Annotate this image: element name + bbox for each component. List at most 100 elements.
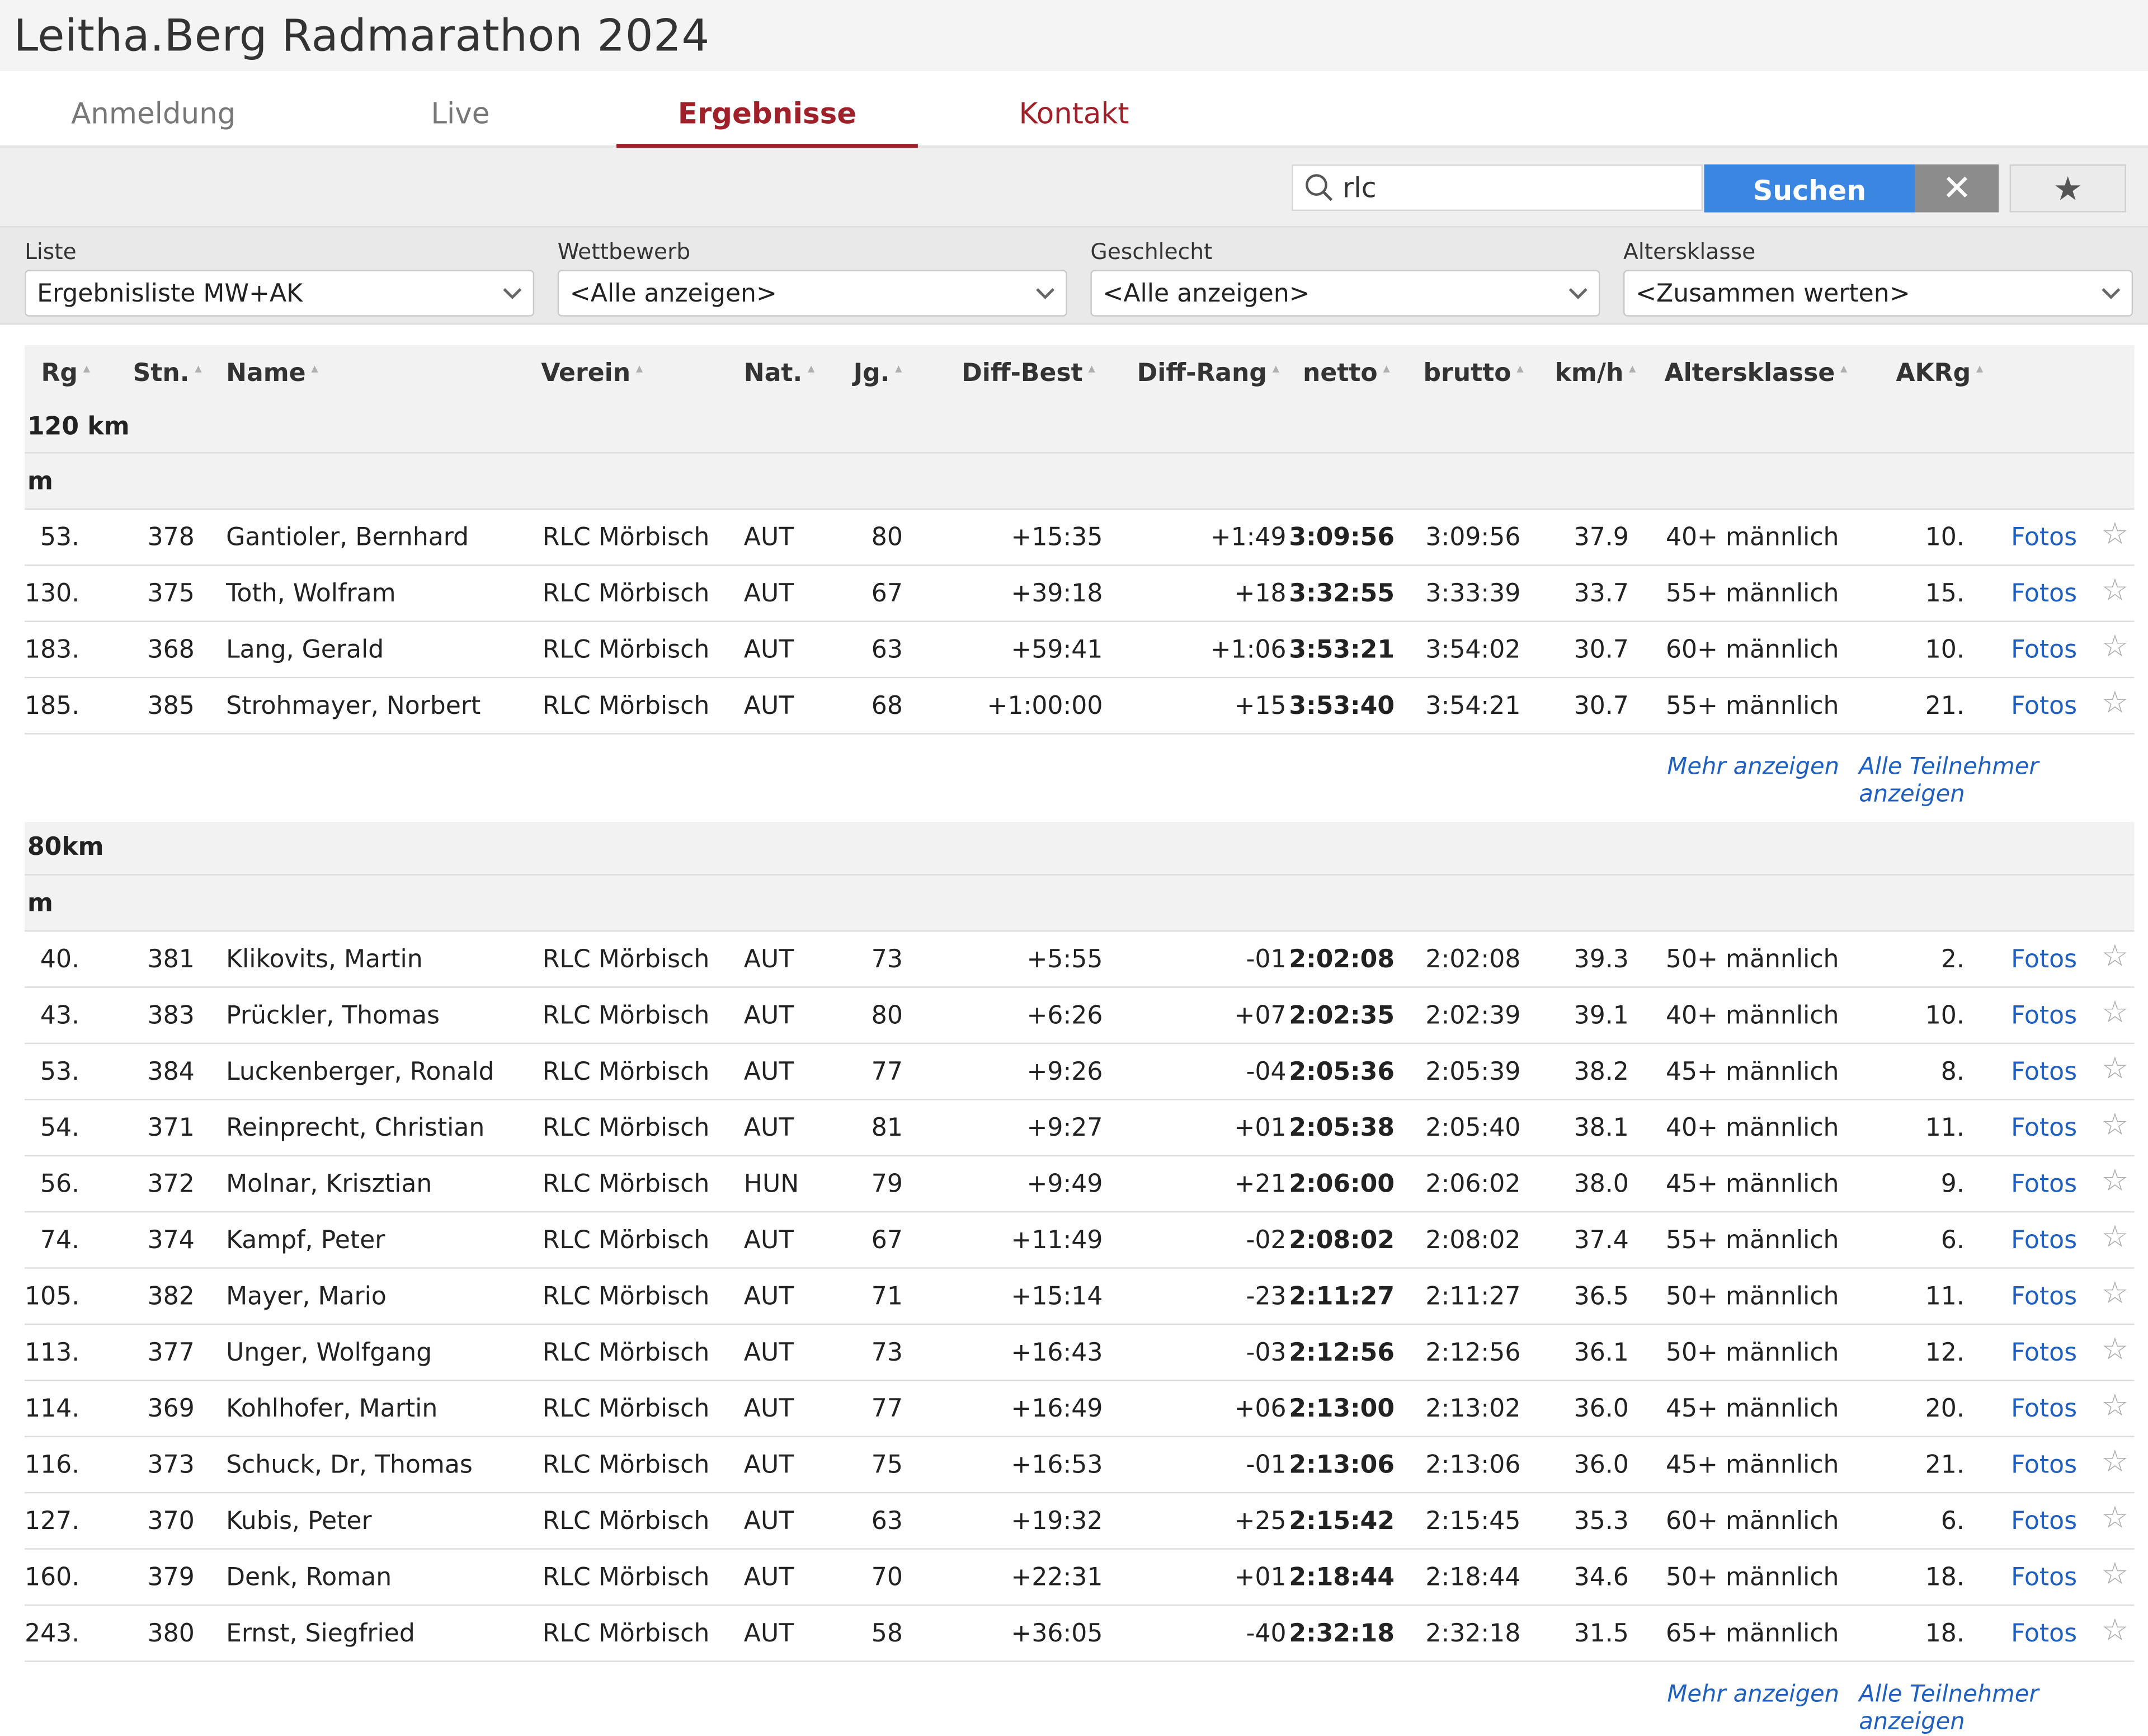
- cell-name[interactable]: Kampf, Peter: [226, 1226, 385, 1255]
- table-row[interactable]: 183. 368 Lang, Gerald RLC Mörbisch AUT 63 +59:…: [25, 622, 2135, 679]
- column-header-club[interactable]: Verein ▴: [541, 359, 643, 388]
- photos-link[interactable]: Fotos: [2011, 945, 2077, 974]
- table-row[interactable]: 113. 377 Unger, Wolfgang RLC Mörbisch AUT 73 +…: [25, 1325, 2135, 1381]
- cell-nat: AUT: [743, 1619, 794, 1649]
- column-header-speed[interactable]: km/h ▴: [1555, 359, 1636, 388]
- star-icon[interactable]: ☆: [2102, 996, 2128, 1030]
- cell-name[interactable]: Klikovits, Martin: [226, 945, 423, 974]
- photos-link[interactable]: Fotos: [2011, 636, 2077, 664]
- tab-ergebnisse[interactable]: Ergebnisse: [614, 71, 921, 148]
- table-row[interactable]: 185. 385 Strohmayer, Norbert RLC Mörbisch AU…: [25, 678, 2135, 735]
- table-row[interactable]: 43. 383 Prückler, Thomas RLC Mörbisch AUT 80 +…: [25, 988, 2135, 1045]
- photos-link[interactable]: Fotos: [2011, 524, 2077, 552]
- table-row[interactable]: 116. 373 Schuck, Dr, Thomas RLC Mörbisch AUT…: [25, 1437, 2135, 1494]
- photos-link[interactable]: Fotos: [2011, 1507, 2077, 1536]
- cell-name[interactable]: Reinprecht, Christian: [226, 1114, 484, 1142]
- liste-select[interactable]: Ergebnisliste MW+AK: [25, 270, 535, 317]
- table-row[interactable]: 130. 375 Toth, Wolfram RLC Mörbisch AUT 67 +39…: [25, 566, 2135, 622]
- show-more-link[interactable]: Mehr anzeigen: [1667, 754, 1839, 781]
- column-header-diff-best[interactable]: Diff-Best ▴: [962, 359, 1095, 388]
- photos-link[interactable]: Fotos: [2011, 1451, 2077, 1479]
- cell-name[interactable]: Kubis, Peter: [226, 1507, 372, 1536]
- star-icon[interactable]: ☆: [2102, 1446, 2128, 1480]
- star-icon[interactable]: ☆: [2102, 1052, 2128, 1086]
- column-header-rank[interactable]: Rg ▴: [41, 359, 90, 388]
- photos-link[interactable]: Fotos: [2011, 580, 2077, 608]
- table-row[interactable]: 56. 372 Molnar, Krisztian RLC Mörbisch HUN 79…: [25, 1156, 2135, 1213]
- star-icon[interactable]: ☆: [2102, 574, 2128, 608]
- star-icon[interactable]: ☆: [2102, 1277, 2128, 1311]
- cell-name[interactable]: Molnar, Krisztian: [226, 1170, 432, 1198]
- photos-link[interactable]: Fotos: [2011, 1395, 2077, 1423]
- wettbewerb-select[interactable]: <Alle anzeigen>: [557, 270, 1067, 317]
- cell-name[interactable]: Mayer, Mario: [226, 1282, 387, 1311]
- table-row[interactable]: 53. 378 Gantioler, Bernhard RLC Mörbisch AUT…: [25, 510, 2135, 566]
- altersklasse-select[interactable]: <Zusammen werten>: [1623, 270, 2133, 317]
- star-icon[interactable]: ☆: [2102, 1221, 2128, 1255]
- show-all-link[interactable]: Alle Teilnehmer anzeigen: [1859, 1681, 2134, 1736]
- table-row[interactable]: 114. 369 Kohlhofer, Martin RLC Mörbisch AUT 7…: [25, 1381, 2135, 1437]
- photos-link[interactable]: Fotos: [2011, 1114, 2077, 1142]
- table-row[interactable]: 160. 379 Denk, Roman RLC Mörbisch AUT 70 +22:3…: [25, 1550, 2135, 1606]
- photos-link[interactable]: Fotos: [2011, 1282, 2077, 1311]
- cell-name[interactable]: Kohlhofer, Martin: [226, 1395, 437, 1423]
- star-icon[interactable]: ☆: [2102, 631, 2128, 665]
- tab-anmeldung[interactable]: Anmeldung: [0, 71, 307, 145]
- table-row[interactable]: 105. 382 Mayer, Mario RLC Mörbisch AUT 71 +15:…: [25, 1269, 2135, 1325]
- photos-link[interactable]: Fotos: [2011, 692, 2077, 721]
- cell-name[interactable]: Gantioler, Bernhard: [226, 524, 469, 552]
- column-header-gross-time[interactable]: brutto ▴: [1423, 359, 1523, 388]
- photos-link[interactable]: Fotos: [2011, 1620, 2077, 1648]
- photos-link[interactable]: Fotos: [2011, 1339, 2077, 1367]
- cell-name[interactable]: Unger, Wolfgang: [226, 1339, 432, 1367]
- star-icon[interactable]: ☆: [2102, 1614, 2128, 1648]
- column-header-net-time[interactable]: netto ▴: [1303, 359, 1390, 388]
- cell-rank: 53.: [40, 1057, 80, 1087]
- column-header-year[interactable]: Jg. ▴: [854, 359, 902, 388]
- table-row[interactable]: 53. 384 Luckenberger, Ronald RLC Mörbisch AU…: [25, 1044, 2135, 1100]
- table-row[interactable]: 243. 380 Ernst, Siegfried RLC Mörbisch AUT 58…: [25, 1606, 2135, 1662]
- cell-name[interactable]: Denk, Roman: [226, 1563, 392, 1592]
- cell-name[interactable]: Lang, Gerald: [226, 636, 384, 664]
- star-icon[interactable]: ☆: [2102, 1165, 2128, 1199]
- favorites-button[interactable]: ★: [2009, 164, 2126, 213]
- cell-name[interactable]: Prückler, Thomas: [226, 1001, 440, 1030]
- photos-link[interactable]: Fotos: [2011, 1058, 2077, 1086]
- star-icon[interactable]: ☆: [2102, 1502, 2128, 1536]
- show-all-link[interactable]: Alle Teilnehmer anzeigen: [1859, 754, 2134, 808]
- column-header-diff-rank[interactable]: Diff-Rang ▴: [1137, 359, 1279, 388]
- cell-name[interactable]: Ernst, Siegfried: [226, 1620, 415, 1648]
- column-header-name[interactable]: Name ▴: [226, 359, 318, 388]
- table-row[interactable]: 40. 381 Klikovits, Martin RLC Mörbisch AUT 73…: [25, 931, 2135, 988]
- column-header-nat[interactable]: Nat. ▴: [744, 359, 815, 388]
- star-icon[interactable]: ☆: [2102, 1333, 2128, 1367]
- table-row[interactable]: 127. 370 Kubis, Peter RLC Mörbisch AUT 63 +19:…: [25, 1493, 2135, 1550]
- tab-kontakt[interactable]: Kontakt: [921, 71, 1228, 145]
- star-icon[interactable]: ☆: [2102, 940, 2128, 974]
- column-header-bib[interactable]: Stn. ▴: [133, 359, 202, 388]
- cell-name[interactable]: Schuck, Dr, Thomas: [226, 1451, 473, 1479]
- star-icon[interactable]: ☆: [2102, 518, 2128, 552]
- photos-link[interactable]: Fotos: [2011, 1170, 2077, 1198]
- cell-age-class: 40+ männlich: [1665, 523, 1839, 552]
- table-row[interactable]: 74. 374 Kampf, Peter RLC Mörbisch AUT 67 +11:4…: [25, 1212, 2135, 1269]
- star-icon[interactable]: ☆: [2102, 1108, 2128, 1142]
- geschlecht-select[interactable]: <Alle anzeigen>: [1090, 270, 1600, 317]
- clear-search-button[interactable]: ✕: [1915, 164, 1999, 213]
- search-input[interactable]: [1340, 170, 1674, 206]
- column-header-age-rank[interactable]: AKRg ▴: [1896, 359, 1983, 388]
- star-icon[interactable]: ☆: [2102, 686, 2128, 721]
- table-row[interactable]: 54. 371 Reinprecht, Christian RLC Mörbisch A…: [25, 1100, 2135, 1156]
- star-icon[interactable]: ☆: [2102, 1389, 2128, 1423]
- column-header-age-class[interactable]: Altersklasse ▴: [1665, 359, 1848, 388]
- cell-name[interactable]: Luckenberger, Ronald: [226, 1058, 494, 1086]
- cell-name[interactable]: Toth, Wolfram: [226, 580, 395, 608]
- search-button[interactable]: Suchen: [1704, 164, 1915, 213]
- show-more-link[interactable]: Mehr anzeigen: [1667, 1681, 1839, 1709]
- cell-name[interactable]: Strohmayer, Norbert: [226, 692, 481, 721]
- photos-link[interactable]: Fotos: [2011, 1563, 2077, 1592]
- photos-link[interactable]: Fotos: [2011, 1226, 2077, 1255]
- star-icon[interactable]: ☆: [2102, 1558, 2128, 1592]
- photos-link[interactable]: Fotos: [2011, 1001, 2077, 1030]
- tab-live[interactable]: Live: [307, 71, 614, 145]
